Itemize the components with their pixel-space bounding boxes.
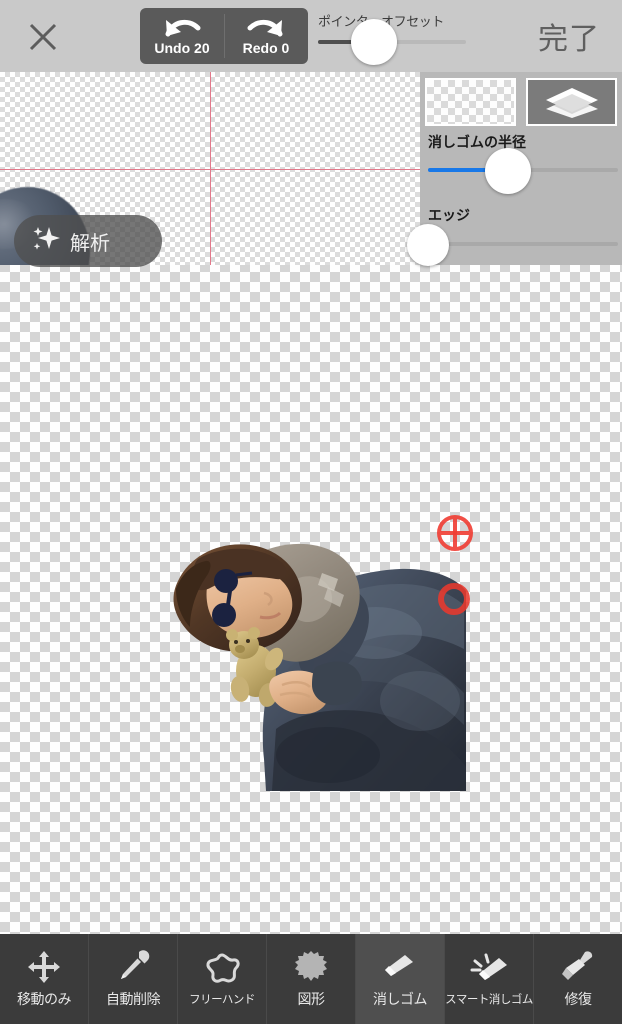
eyedropper-icon xyxy=(115,949,151,985)
tool-freehand[interactable]: フリーハンド xyxy=(178,934,267,1024)
tool-auto-delete[interactable]: 自動削除 xyxy=(89,934,178,1024)
eraser-radius-thumb[interactable] xyxy=(484,148,531,194)
analyze-label: 解析 xyxy=(70,230,110,255)
option-transparency-preview[interactable] xyxy=(425,78,516,126)
redo-arrow-icon xyxy=(246,16,286,40)
tool-label: 移動のみ xyxy=(17,992,72,1008)
pointer-offset-thumb[interactable] xyxy=(351,19,398,65)
tool-label: スマート消しゴム xyxy=(445,992,533,1006)
cutout-photo[interactable] xyxy=(168,529,468,791)
smart-eraser-icon xyxy=(469,951,509,987)
tool-smart-eraser[interactable]: スマート消しゴム xyxy=(445,934,534,1024)
tool-repair[interactable]: 修復 xyxy=(534,934,622,1024)
undo-label: Undo 20 xyxy=(154,40,210,56)
tool-label: 図形 xyxy=(297,992,326,1008)
preview-mode-options xyxy=(425,78,617,126)
undo-arrow-icon xyxy=(162,16,202,40)
edge-label: エッジ xyxy=(428,207,470,223)
tool-label: 修復 xyxy=(564,992,593,1008)
done-button[interactable]: 完了 xyxy=(538,14,600,58)
eraser-settings-panel: 消しゴムの半径 エッジ xyxy=(407,72,622,266)
brush-icon xyxy=(559,949,597,985)
magnifier-crosshair-horizontal xyxy=(0,168,420,170)
redo-label: Redo 0 xyxy=(242,40,290,56)
tool-label: 自動削除 xyxy=(106,992,161,1008)
tool-label: フリーハンド xyxy=(189,992,255,1006)
edge-slider[interactable] xyxy=(407,224,618,266)
image-editor-app: 解析 消しゴムの半径 エッジ Undo 20 Redo 0 完了 移動のみ 自動… xyxy=(0,0,622,1024)
pointer-offset-slider[interactable]: ポインターオフセット xyxy=(318,8,466,65)
pointer-cross-vertical xyxy=(453,519,457,547)
eraser-icon xyxy=(381,949,419,985)
pointer-crosshair-marker xyxy=(437,515,473,551)
top-toolbar: Undo 20 Redo 0 ポインターオフセット 完了 xyxy=(0,0,622,72)
star-icon xyxy=(203,951,241,987)
layers-icon xyxy=(542,84,602,120)
analyze-button[interactable]: 解析 xyxy=(14,215,162,267)
sparkle-icon xyxy=(30,224,60,259)
close-icon xyxy=(26,20,60,54)
tool-shape[interactable]: 図形 xyxy=(267,934,356,1024)
eraser-brush-marker xyxy=(438,583,470,615)
edge-thumb[interactable] xyxy=(407,224,449,266)
undo-button[interactable]: Undo 20 xyxy=(140,8,224,64)
edge-track[interactable] xyxy=(428,242,618,246)
tool-move-only[interactable]: 移動のみ xyxy=(0,934,89,1024)
sunglass-lens-left xyxy=(214,569,238,593)
undo-redo-group: Undo 20 Redo 0 xyxy=(140,8,308,64)
tool-eraser[interactable]: 消しゴム xyxy=(356,934,445,1024)
option-layers-preview[interactable] xyxy=(526,78,617,126)
close-button[interactable] xyxy=(22,18,64,56)
tools-toolbar: 移動のみ 自動削除 フリーハンド 図形 消しゴム スマート消しゴム 修復 xyxy=(0,934,622,1024)
sunglass-lens-right xyxy=(212,603,236,627)
move-icon xyxy=(26,949,62,985)
eraser-radius-slider[interactable] xyxy=(428,148,618,194)
tool-label: 消しゴム xyxy=(373,992,428,1008)
redo-button[interactable]: Redo 0 xyxy=(224,8,308,64)
blob-shape-icon xyxy=(293,949,329,985)
